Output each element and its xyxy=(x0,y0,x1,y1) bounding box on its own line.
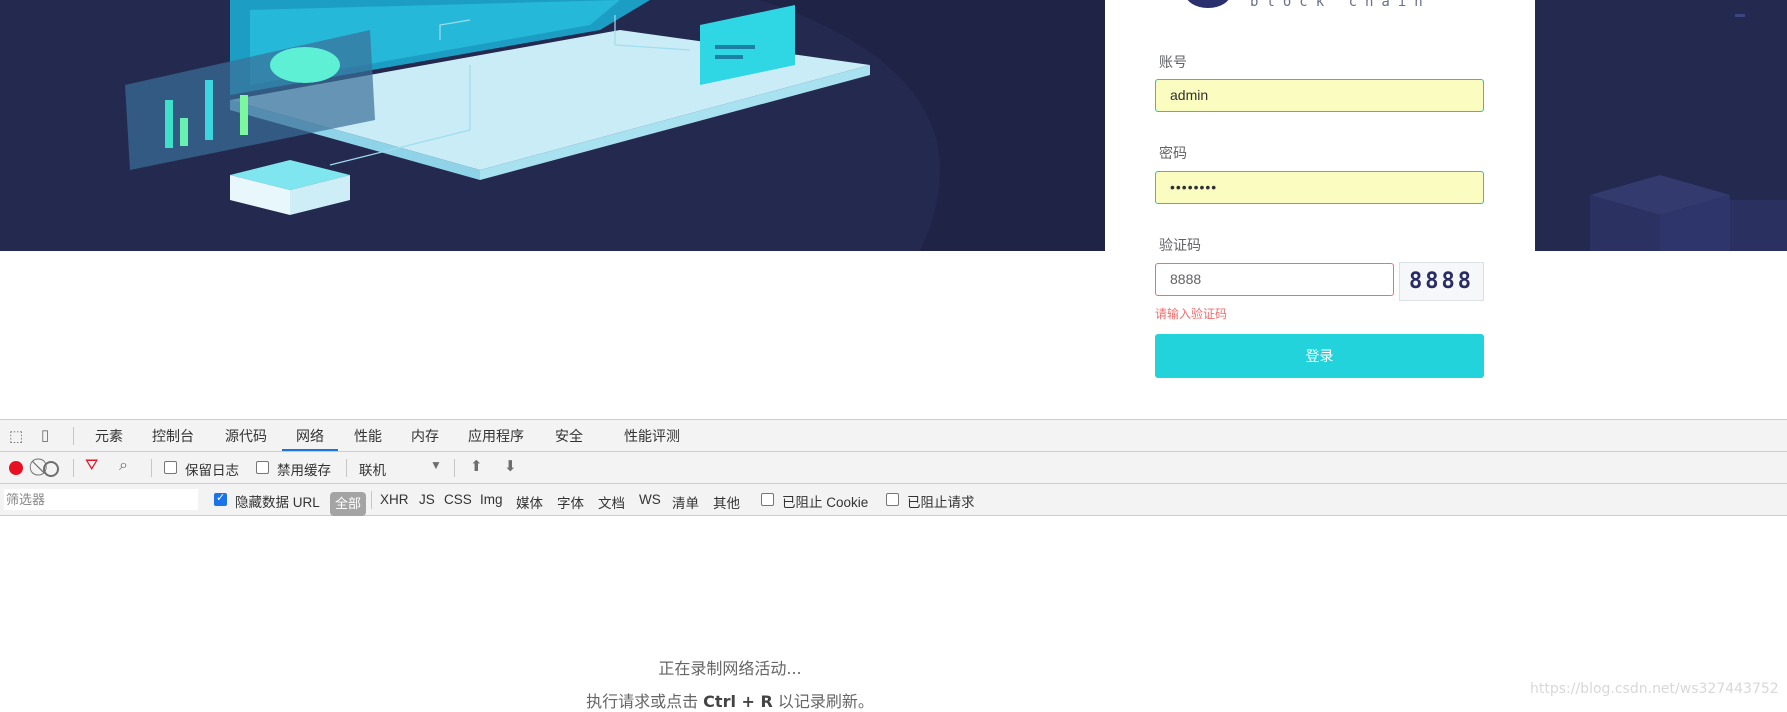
throttling-select[interactable]: 联机 xyxy=(359,459,386,479)
tab-lighthouse[interactable]: 性能评测 xyxy=(624,420,680,451)
divider xyxy=(371,491,372,509)
hint-shortcut: Ctrl + R xyxy=(703,692,773,711)
search-icon[interactable]: ⌕ xyxy=(119,457,128,475)
chevron-down-icon[interactable]: ▼ xyxy=(430,458,442,472)
export-har-icon[interactable]: ⬇ xyxy=(504,457,517,475)
account-label: 账号 xyxy=(1159,54,1187,70)
tab-elements[interactable]: 元素 xyxy=(95,420,123,451)
tab-console[interactable]: 控制台 xyxy=(152,420,194,451)
import-har-icon[interactable]: ⬆ xyxy=(470,457,483,475)
filter-type-font[interactable]: 字体 xyxy=(557,492,584,512)
filter-type-manifest[interactable]: 清单 xyxy=(672,492,699,512)
divider xyxy=(73,459,74,477)
filter-type-css[interactable]: CSS xyxy=(444,492,472,507)
record-icon[interactable] xyxy=(9,461,23,475)
captcha-image[interactable]: 8888 xyxy=(1399,262,1484,301)
account-input[interactable]: admin xyxy=(1155,79,1484,112)
captcha-error-text: 请输入验证码 xyxy=(1155,307,1228,321)
filter-icon[interactable]: ⛛ xyxy=(85,457,98,475)
blocked-cookies-label: 已阻止 Cookie xyxy=(782,495,869,510)
watermark: https://blog.csdn.net/ws327443752 xyxy=(1530,681,1779,697)
blocked-cookies-checkbox[interactable] xyxy=(761,493,774,506)
tab-memory[interactable]: 内存 xyxy=(411,420,439,451)
tab-performance[interactable]: 性能 xyxy=(354,420,382,451)
captcha-input[interactable]: 8888 xyxy=(1155,263,1394,296)
clear-circle xyxy=(43,461,59,477)
divider xyxy=(73,427,74,445)
login-button[interactable]: 登录 xyxy=(1155,334,1484,378)
filter-type-other[interactable]: 其他 xyxy=(713,492,740,512)
disable-cache-checkbox[interactable] xyxy=(256,461,269,474)
tab-network[interactable]: 网络 xyxy=(282,420,338,451)
device-toolbar-icon[interactable]: ▯ xyxy=(41,426,49,444)
filter-type-img[interactable]: Img xyxy=(480,492,503,507)
login-panel xyxy=(1105,0,1535,251)
devtools-tab-bar: ⬚ ▯ 元素 控制台 源代码 网络 性能 内存 应用程序 安全 性能评测 xyxy=(0,420,1787,452)
divider xyxy=(454,459,455,477)
disable-cache-label: 禁用缓存 xyxy=(277,463,331,478)
recording-hint-text: 执行请求或点击 Ctrl + R 以记录刷新。 xyxy=(0,688,1460,712)
filter-input[interactable]: 筛选器 xyxy=(4,489,198,510)
hide-data-urls-label: 隐藏数据 URL xyxy=(235,495,320,510)
tab-application[interactable]: 应用程序 xyxy=(468,420,524,451)
tab-sources[interactable]: 源代码 xyxy=(225,420,267,451)
divider xyxy=(346,459,347,477)
network-toolbar: ⃠ ⛛ ⌕ 保留日志 禁用缓存 联机 ▼ ⬆ ⬇ xyxy=(0,452,1787,484)
network-filter-bar: 筛选器 隐藏数据 URL 全部 XHR JS CSS Img 媒体 字体 文档 … xyxy=(0,484,1787,516)
divider xyxy=(151,459,152,477)
filter-type-xhr[interactable]: XHR xyxy=(380,492,409,507)
logo-text: block chain xyxy=(1250,0,1431,10)
filter-type-all[interactable]: 全部 xyxy=(330,492,366,516)
filter-type-doc[interactable]: 文档 xyxy=(598,492,625,512)
hide-data-urls-checkbox[interactable] xyxy=(214,491,227,506)
filter-type-media[interactable]: 媒体 xyxy=(516,492,543,512)
recording-status-text: 正在录制网络活动... xyxy=(658,659,802,678)
password-label: 密码 xyxy=(1159,145,1187,161)
preserve-log-label: 保留日志 xyxy=(185,463,239,478)
blocked-requests-label: 已阻止请求 xyxy=(907,495,975,510)
hint-suffix: 以记录刷新。 xyxy=(772,692,874,711)
preserve-log-checkbox[interactable] xyxy=(164,461,177,474)
blocked-requests-checkbox[interactable] xyxy=(886,493,899,506)
password-input[interactable]: •••••••• xyxy=(1155,171,1484,204)
filter-type-ws[interactable]: WS xyxy=(639,492,661,507)
hint-prefix: 执行请求或点击 xyxy=(586,692,704,711)
tab-security[interactable]: 安全 xyxy=(555,420,583,451)
inspect-element-icon[interactable]: ⬚ xyxy=(9,427,23,445)
captcha-label: 验证码 xyxy=(1159,237,1201,253)
filter-type-js[interactable]: JS xyxy=(419,492,435,507)
